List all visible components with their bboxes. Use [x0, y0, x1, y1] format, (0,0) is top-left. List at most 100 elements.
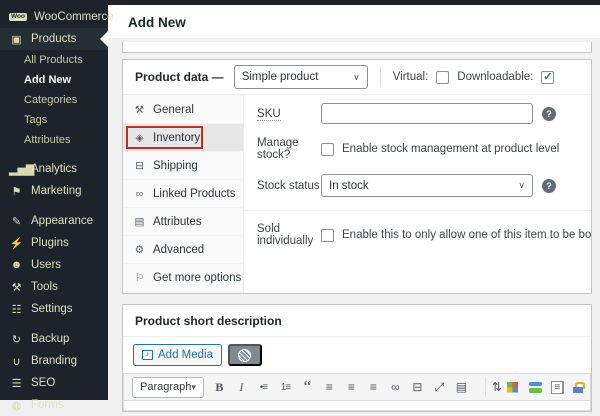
tab-label: Attributes [153, 216, 202, 228]
sidebar-item-icon: ☰ [9, 377, 24, 390]
toolbar-button-icon: ≡ [326, 380, 333, 394]
sidebar-item-marketing[interactable]: ⚑ Marketing [0, 180, 108, 202]
sidebar-item-analytics[interactable]: ▂▅▇ Analytics [0, 158, 108, 180]
sidebar-item-attributes[interactable]: Attributes [0, 130, 108, 150]
tab-get-more-options[interactable]: ⚐ Get more options [123, 264, 243, 292]
sku-row: SKU ? [257, 103, 579, 124]
product-type-value: Simple product [242, 71, 319, 83]
sidebar-item-label: Users [31, 259, 61, 271]
toolbar-button-toolbar-toggle[interactable]: ⇅ [485, 377, 498, 397]
toolbar-button-bullet-list[interactable]: •≡ [257, 378, 270, 396]
product-type-select[interactable]: Simple product ∨ [234, 65, 368, 89]
stock-status-value: In stock [329, 180, 369, 192]
tab-advanced[interactable]: ⚙ Advanced [123, 236, 243, 264]
sidebar-item-woocommerce[interactable]: Woo WooCommerce [0, 6, 108, 28]
manage-stock-text: Enable stock management at product level [342, 143, 559, 155]
toolbar-button-icon: 1≡ [281, 382, 290, 393]
toolbar-button-more-tag[interactable]: ⊟ [411, 378, 424, 396]
virtual-checkbox[interactable] [436, 71, 449, 84]
toolbar-button-plugin-stack[interactable] [529, 382, 542, 393]
tab-icon: ⚐ [133, 272, 146, 284]
inventory-fields: SKU ? Manage stock? Enable stock managem… [244, 95, 591, 293]
sidebar-item-seo[interactable]: ☰ SEO [0, 372, 108, 394]
toolbar-button-link[interactable]: ∞ [389, 378, 402, 396]
sidebar-item-branding[interactable]: ∪ Branding [0, 350, 108, 372]
tab-icon: ∞ [133, 188, 146, 200]
toolbar-button-icon: B [215, 380, 223, 395]
divider [244, 210, 591, 211]
stock-status-help-icon[interactable]: ? [542, 179, 556, 193]
sku-input[interactable] [321, 103, 533, 124]
sidebar-item-tools[interactable]: ⚒ Tools [0, 276, 108, 298]
tab-label: Advanced [153, 244, 204, 256]
tab-label: General [153, 104, 194, 116]
toolbar-button-icon: ≡ [370, 380, 377, 394]
sidebar-item-users[interactable]: ☻ Users [0, 254, 108, 276]
add-form-button[interactable] [228, 344, 262, 366]
sidebar-item-icon: ⚒ [9, 281, 24, 294]
sidebar-item-label: Forms [31, 399, 64, 411]
sidebar-item-icon: ⚑ [9, 185, 24, 198]
product-data-panel: Product data — Simple product ∨ Virtual:… [122, 59, 592, 294]
tab-general[interactable]: ⚒ General [123, 96, 243, 124]
tab-label: Shipping [153, 160, 198, 172]
sidebar-item-plugins[interactable]: ⚡ Plugins [0, 232, 108, 254]
tab-linked-products[interactable]: ∞ Linked Products [123, 180, 243, 208]
tab-inventory[interactable]: ◈ Inventory [123, 124, 243, 152]
toolbar-button-icon: ⤢ [435, 380, 445, 395]
product-title-input[interactable] [122, 42, 592, 53]
toolbar-button-plugin-lines[interactable]: ≡ [551, 381, 564, 394]
toolbar-button-align-center[interactable]: ≡ [345, 378, 358, 396]
toolbar-button-icon: •≡ [260, 382, 267, 393]
sidebar-item-add-new[interactable]: Add New [0, 70, 108, 90]
sku-help-icon[interactable]: ? [542, 107, 556, 121]
toolbar-button-icon: “ [304, 382, 312, 392]
sidebar-item-products[interactable]: ▣ Products [0, 28, 108, 50]
toolbar-button-italic[interactable]: I [235, 378, 248, 396]
form-plugin-icon [238, 349, 251, 362]
toolbar-button-fullscreen[interactable]: ⤢ [433, 378, 446, 396]
stock-status-select[interactable]: In stock ∨ [321, 174, 533, 197]
sidebar-item-icon: ⚡ [9, 237, 24, 250]
sold-individually-checkbox[interactable] [321, 229, 334, 242]
sidebar-item-forms[interactable]: ◍ Forms [0, 394, 108, 416]
toolbar-button-plugin-lock[interactable] [573, 382, 586, 393]
sidebar-item-label: Add New [24, 74, 71, 86]
sidebar-item [0, 320, 108, 328]
sidebar-item-label: Appearance [31, 215, 93, 227]
paragraph-format-select[interactable]: Paragraph ▾ [132, 377, 204, 398]
sidebar-item-all-products[interactable]: All Products [0, 50, 108, 70]
sidebar-item-tags[interactable]: Tags [0, 110, 108, 130]
toolbar-button-kitchen-sink[interactable]: ▤ [455, 378, 468, 396]
tab-attributes[interactable]: ▤ Attributes [123, 208, 243, 236]
editor-content-area[interactable] [124, 401, 590, 410]
toolbar-button-icon [529, 382, 542, 393]
short-description-header[interactable]: Product short description [123, 305, 591, 337]
tab-shipping[interactable]: ⊟ Shipping [123, 152, 243, 180]
toolbar-button-icon: I [239, 380, 243, 395]
sidebar-item-backup[interactable]: ↻ Backup [0, 328, 108, 350]
toolbar-button-numbered-list[interactable]: 1≡ [279, 378, 292, 396]
manage-stock-checkbox[interactable] [321, 143, 334, 156]
toolbar-button-plugin-squares[interactable] [507, 382, 520, 393]
downloadable-checkbox[interactable] [541, 71, 554, 84]
toolbar-button-blockquote[interactable]: “ [301, 378, 314, 396]
sidebar-item [0, 150, 108, 158]
toolbar-button-bold[interactable]: B [213, 378, 226, 396]
main-content: Add New Product data — Simple product ∨ … [108, 5, 600, 400]
sku-label: SKU [257, 108, 321, 120]
sidebar-item-label: Tags [24, 114, 47, 126]
product-data-header: Product data — Simple product ∨ Virtual:… [123, 60, 591, 95]
toolbar-button-align-left[interactable]: ≡ [323, 378, 336, 396]
dropdown-arrow-icon: ▾ [191, 382, 196, 393]
stock-status-row: Stock status In stock ∨ ? [257, 174, 579, 197]
sidebar-item-settings[interactable]: ☷ Settings [0, 298, 108, 320]
sidebar-item-appearance[interactable]: ✎ Appearance [0, 210, 108, 232]
toolbar-button-align-right[interactable]: ≡ [367, 378, 380, 396]
tab-label: Linked Products [153, 188, 235, 200]
active-menu-arrow [100, 31, 108, 47]
sold-individually-text: Enable this to only allow one of this it… [342, 229, 591, 241]
sidebar-item-label: All Products [24, 54, 83, 66]
sidebar-item-categories[interactable]: Categories [0, 90, 108, 110]
add-media-button[interactable]: Add Media [133, 344, 222, 366]
